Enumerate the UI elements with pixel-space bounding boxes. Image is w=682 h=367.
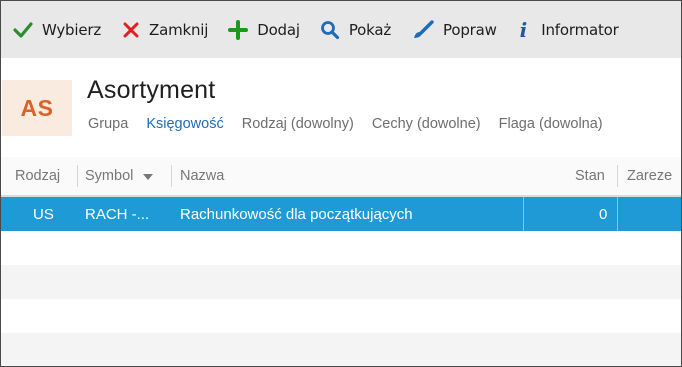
empty-row xyxy=(1,333,681,366)
select-button[interactable]: Wybierz xyxy=(13,1,101,58)
column-header-rodzaj[interactable]: Rodzaj xyxy=(15,157,60,195)
empty-row xyxy=(1,265,681,299)
brush-icon xyxy=(412,19,434,40)
cell-nazwa: Rachunkowość dla początkujących xyxy=(180,205,413,223)
sort-down-icon xyxy=(143,168,154,184)
cell-rodzaj: US xyxy=(33,205,54,223)
empty-row xyxy=(1,299,681,333)
column-header-symbol-label: Symbol xyxy=(85,168,134,184)
column-header-stan[interactable]: Stan xyxy=(575,157,605,195)
header: AS Asortyment Grupa Księgowość Rodzaj (d… xyxy=(1,58,681,157)
table-row[interactable]: US RACH -... Rachunkowość dla początkują… xyxy=(1,197,681,231)
checkmark-icon xyxy=(13,21,33,39)
module-badge: AS xyxy=(2,80,72,136)
flag-filter[interactable]: Flaga (dowolna) xyxy=(499,116,603,132)
empty-row xyxy=(1,231,681,265)
search-icon xyxy=(320,20,340,40)
column-header-zarezerwowane[interactable]: Zareze xyxy=(627,157,672,195)
add-button[interactable]: Dodaj xyxy=(228,1,300,58)
info-icon: i xyxy=(519,17,528,42)
assortment-grid: Rodzaj Symbol Nazwa Stan Zareze US RACH … xyxy=(1,157,681,366)
cell-stan: 0 xyxy=(599,205,608,223)
filter-bar: Grupa Księgowość Rodzaj (dowolny) Cechy … xyxy=(88,116,617,132)
group-filter-label: Grupa xyxy=(88,116,129,132)
features-filter[interactable]: Cechy (dowolne) xyxy=(372,116,481,132)
plus-icon xyxy=(228,19,249,40)
cell-symbol: RACH -... xyxy=(85,205,150,223)
page-title: Asortyment xyxy=(87,76,216,104)
group-filter-value[interactable]: Księgowość xyxy=(146,116,223,132)
toolbar: Wybierz Zamknij Dodaj Pokaż Popraw i Inf… xyxy=(1,1,681,58)
column-header-nazwa[interactable]: Nazwa xyxy=(180,157,224,195)
close-button[interactable]: Zamknij xyxy=(122,1,208,58)
group-filter[interactable]: Grupa Księgowość xyxy=(88,116,224,132)
show-button[interactable]: Pokaż xyxy=(320,1,391,58)
column-header-symbol[interactable]: Symbol xyxy=(85,157,154,195)
window: Wybierz Zamknij Dodaj Pokaż Popraw i Inf… xyxy=(0,0,682,367)
kind-filter[interactable]: Rodzaj (dowolny) xyxy=(242,116,354,132)
informator-button[interactable]: i Informator xyxy=(520,1,619,58)
close-icon xyxy=(122,21,140,39)
edit-button[interactable]: Popraw xyxy=(412,1,497,58)
grid-header: Rodzaj Symbol Nazwa Stan Zareze xyxy=(1,157,681,197)
